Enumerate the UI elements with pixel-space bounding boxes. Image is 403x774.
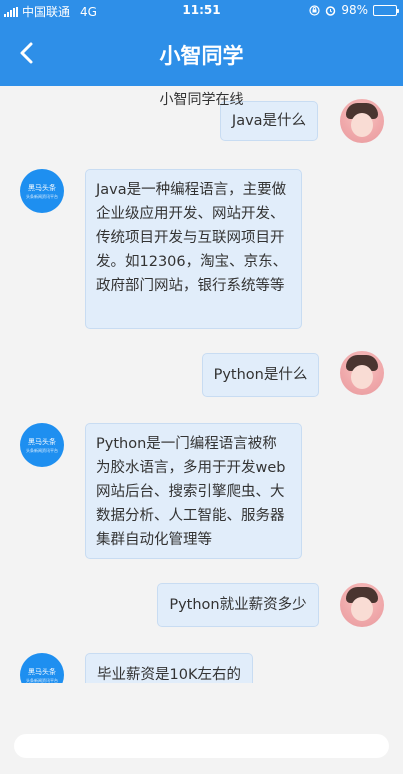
user-avatar <box>340 351 384 395</box>
user-avatar <box>340 583 384 627</box>
message-bubble-user: Python就业薪资多少 <box>157 583 319 627</box>
message-text: Java是什么 <box>231 113 307 129</box>
message-text: Python是什么 <box>213 367 308 383</box>
bot-avatar: 黑马头条 头条新闻资讯平台 <box>20 653 64 683</box>
bot-avatar-subtitle: 头条新闻资讯平台 <box>26 448 58 453</box>
message-text: Python就业薪资多少 <box>169 597 307 613</box>
message-text: Java是一种编程语言，主要做企业级应用开发、网站开发、传统项目开发与互联网项目… <box>96 182 288 294</box>
message-text: 毕业薪资是10K左右的 <box>97 667 241 683</box>
message-text: Python是一门编程语言被称为胶水语言，多用于开发web网站后台、搜索引擎爬虫… <box>96 436 286 548</box>
message-bubble-bot: Java是一种编程语言，主要做企业级应用开发、网站开发、传统项目开发与互联网项目… <box>85 169 302 329</box>
input-bar <box>0 717 403 774</box>
message-input[interactable] <box>14 734 389 758</box>
message-bubble-user: Python是什么 <box>202 353 319 397</box>
bot-avatar-subtitle: 头条新闻资讯平台 <box>26 194 58 199</box>
status-right: 98% <box>309 3 399 17</box>
battery-percent: 98% <box>341 3 368 17</box>
page-title: 小智同学 <box>159 44 244 68</box>
message-bubble-bot: Python是一门编程语言被称为胶水语言，多用于开发web网站后台、搜索引擎爬虫… <box>85 423 302 559</box>
status-bar: 中国联通 4G 11:51 98% <box>0 0 403 20</box>
online-status: 小智同学在线 <box>159 92 244 108</box>
bot-avatar-title: 黑马头条 <box>28 184 56 192</box>
message-bubble-bot: 毕业薪资是10K左右的 <box>85 653 253 683</box>
bot-avatar: 黑马头条 头条新闻资讯平台 <box>20 423 64 467</box>
bot-avatar-subtitle: 头条新闻资讯平台 <box>26 678 58 683</box>
bot-avatar-title: 黑马头条 <box>28 668 56 676</box>
alarm-icon <box>326 5 336 16</box>
battery-icon <box>373 4 399 16</box>
bot-avatar-title: 黑马头条 <box>28 438 56 446</box>
chat-list[interactable]: 小智同学在线 Java是什么 黑马头条 头条新闻资讯平台 Java是一种编程语言… <box>0 86 403 683</box>
rotation-lock-icon <box>309 4 320 16</box>
bot-avatar: 黑马头条 头条新闻资讯平台 <box>20 169 64 213</box>
nav-bar: 小智同学 <box>0 20 403 86</box>
